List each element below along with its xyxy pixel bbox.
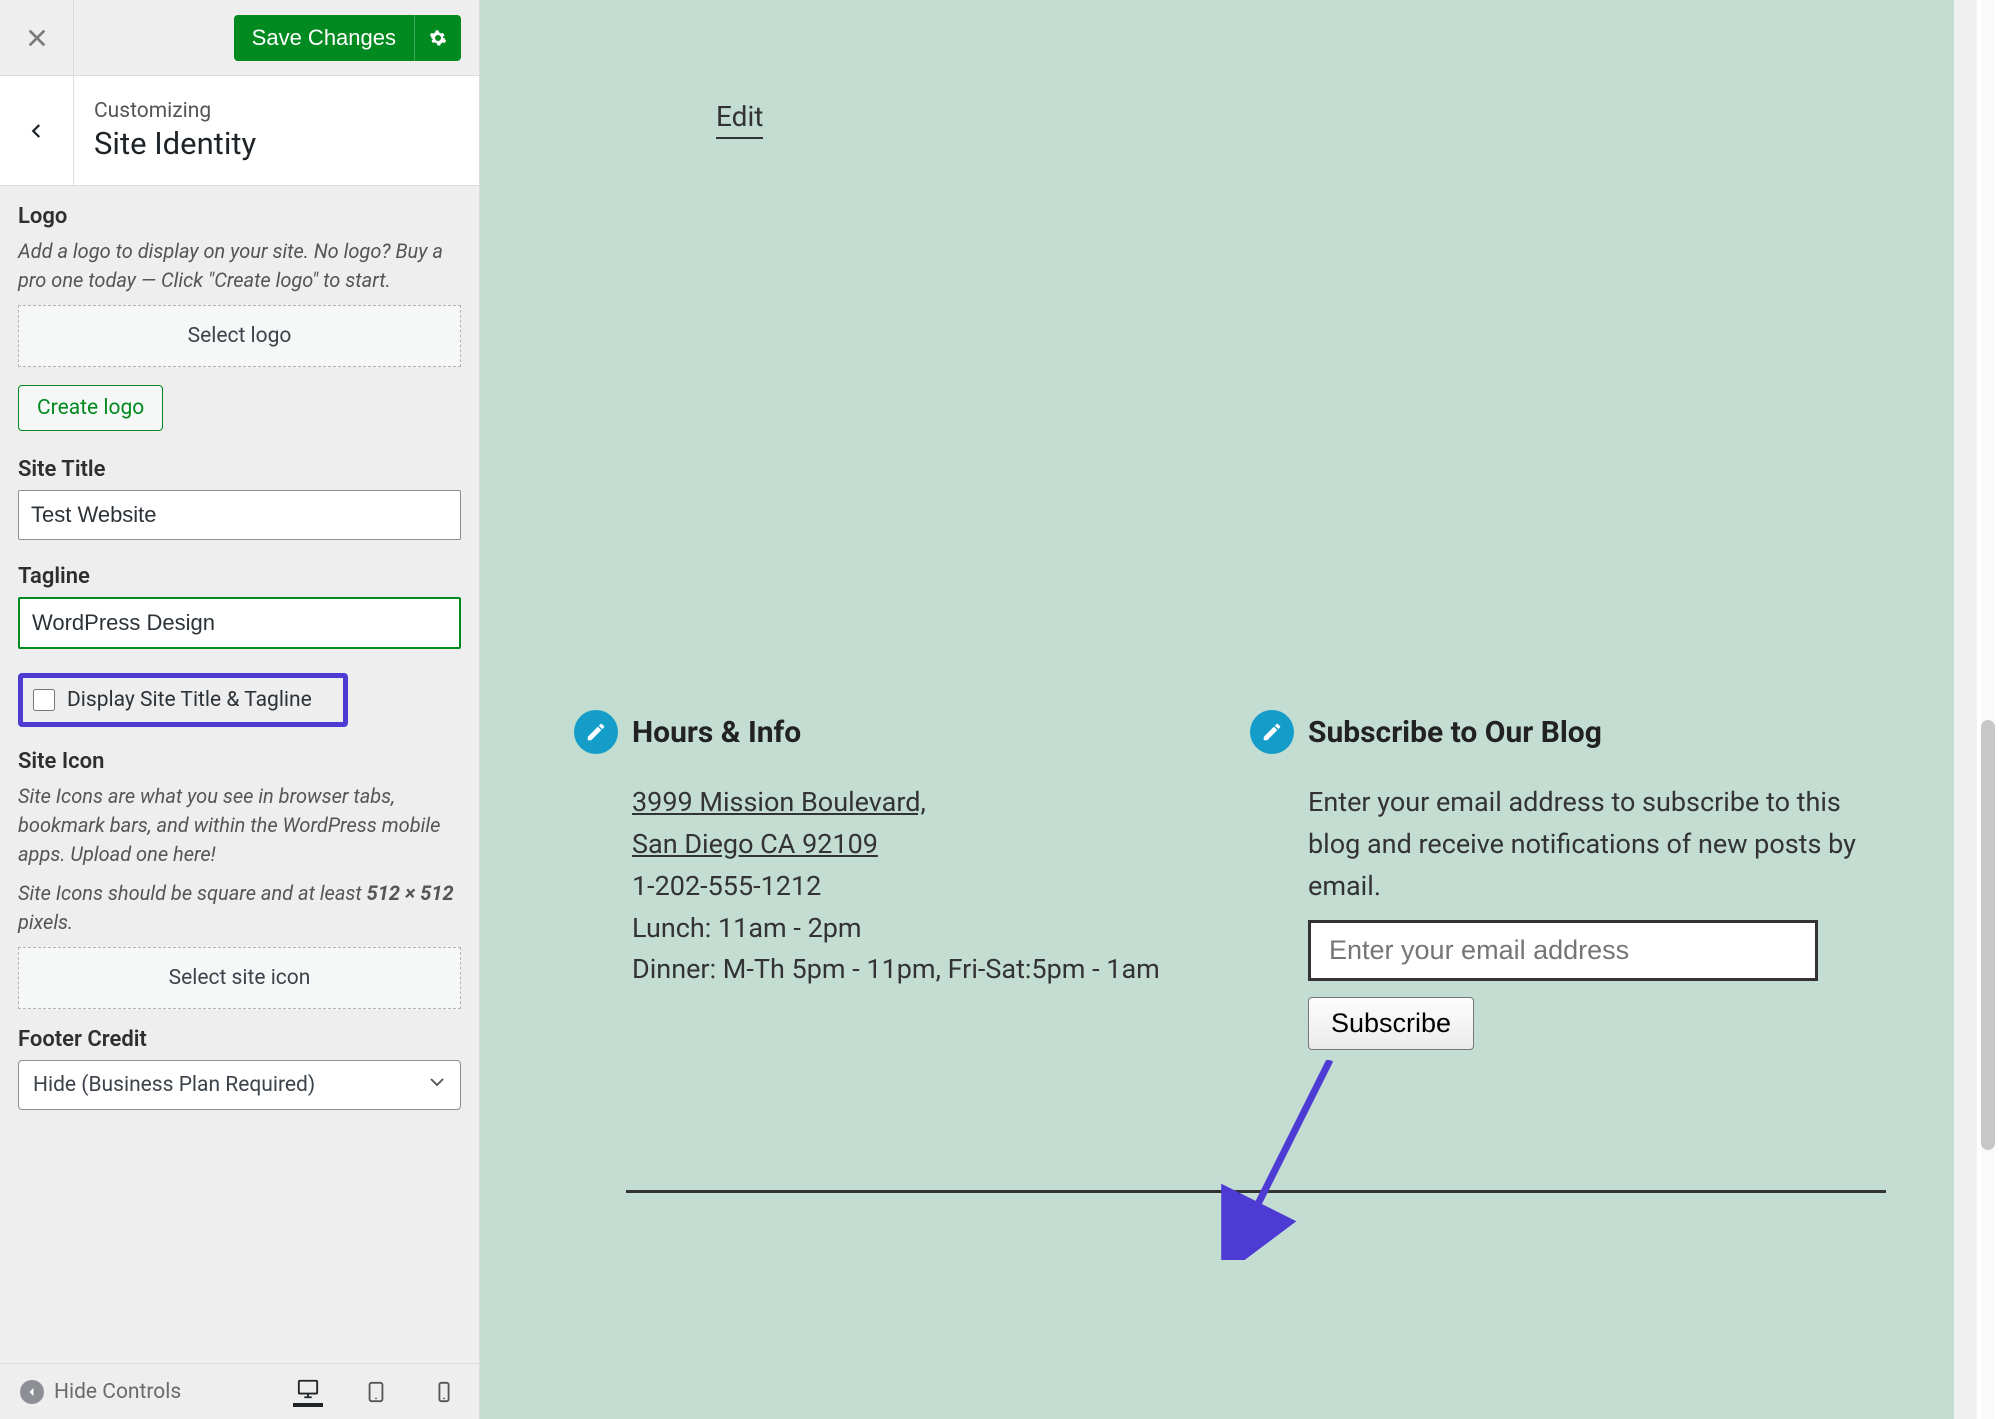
subscribe-desc: Enter your email address to subscribe to… [1308, 786, 1856, 902]
scrollbar-thumb[interactable] [1981, 720, 1995, 1150]
close-icon [26, 27, 48, 49]
site-title-input[interactable] [18, 490, 461, 540]
customizer-sidebar: Save Changes Customizing Site Identity L… [0, 0, 480, 1419]
edit-shortcut-icon[interactable] [1250, 710, 1294, 754]
chevron-left-icon [28, 122, 46, 140]
panel-body: Logo Add a logo to display on your site.… [0, 186, 479, 1363]
save-button-group: Save Changes [234, 15, 461, 61]
lunch-hours: Lunch: 11am - 2pm [632, 912, 862, 944]
select-site-icon-button[interactable]: Select site icon [18, 947, 461, 1009]
bottombar: Hide Controls [0, 1363, 479, 1419]
site-icon-help2: Site Icons should be square and at least… [18, 879, 461, 937]
select-logo-button[interactable]: Select logo [18, 305, 461, 367]
close-button[interactable] [0, 0, 74, 76]
mobile-icon [433, 1381, 455, 1403]
content-separator [626, 1190, 1886, 1193]
tagline-input[interactable] [18, 597, 461, 649]
panel-title: Site Identity [94, 125, 256, 162]
phone: 1-202-555-1212 [632, 870, 821, 902]
device-tablet-button[interactable] [361, 1377, 391, 1407]
footer-credit-select[interactable]: Hide (Business Plan Required) [18, 1060, 461, 1110]
panel-header: Customizing Site Identity [0, 76, 479, 186]
edit-shortcut-button[interactable]: Edit [716, 100, 763, 139]
pencil-icon [1261, 721, 1283, 743]
tablet-icon [365, 1381, 387, 1403]
logo-label: Logo [18, 204, 461, 229]
footer-credit-value: Hide (Business Plan Required) [33, 1073, 315, 1097]
edit-shortcut-icon[interactable] [574, 710, 618, 754]
hours-info-widget: Hours & Info 3999 Mission Boulevard, San… [574, 710, 1210, 1050]
chevron-down-icon [428, 1073, 446, 1097]
gear-icon [429, 29, 447, 47]
collapse-left-icon [20, 1380, 44, 1404]
create-logo-button[interactable]: Create logo [18, 385, 163, 431]
page-scrollbar[interactable] [1977, 0, 1999, 1419]
save-settings-button[interactable] [414, 15, 461, 61]
address-line2[interactable]: San Diego CA 92109 [632, 828, 878, 860]
display-title-tagline-label: Display Site Title & Tagline [67, 688, 312, 712]
back-button[interactable] [0, 76, 74, 185]
display-title-tagline-toggle[interactable]: Display Site Title & Tagline [18, 673, 348, 727]
save-button[interactable]: Save Changes [234, 15, 414, 61]
site-title-label: Site Title [18, 457, 461, 482]
tagline-label: Tagline [18, 564, 461, 589]
device-mobile-button[interactable] [429, 1377, 459, 1407]
display-title-tagline-checkbox[interactable] [33, 689, 55, 711]
subscribe-widget: Subscribe to Our Blog Enter your email a… [1250, 710, 1886, 1050]
dinner-hours: Dinner: M-Th 5pm - 11pm, Fri-Sat:5pm - 1… [632, 953, 1160, 985]
footer-credit-label: Footer Credit [18, 1027, 461, 1052]
device-desktop-button[interactable] [293, 1377, 323, 1407]
subscribe-title: Subscribe to Our Blog [1308, 715, 1602, 750]
preview-pane: Edit Hours & Info 3999 Mission Boulevard… [480, 0, 1954, 1419]
hide-controls-button[interactable]: Hide Controls [20, 1380, 275, 1404]
header-subtitle: Customizing [94, 99, 256, 123]
subscribe-button[interactable]: Subscribe [1308, 997, 1474, 1050]
annotation-arrow [1220, 1060, 1360, 1260]
address-line1[interactable]: 3999 Mission Boulevard, [632, 786, 926, 818]
subscribe-email-input[interactable] [1308, 920, 1818, 981]
pencil-icon [585, 721, 607, 743]
site-icon-help1: Site Icons are what you see in browser t… [18, 782, 461, 869]
site-icon-label: Site Icon [18, 749, 461, 774]
hours-title: Hours & Info [632, 715, 801, 750]
logo-help: Add a logo to display on your site. No l… [18, 237, 461, 295]
desktop-icon [297, 1378, 319, 1400]
device-switcher [293, 1377, 459, 1407]
topbar: Save Changes [0, 0, 479, 76]
